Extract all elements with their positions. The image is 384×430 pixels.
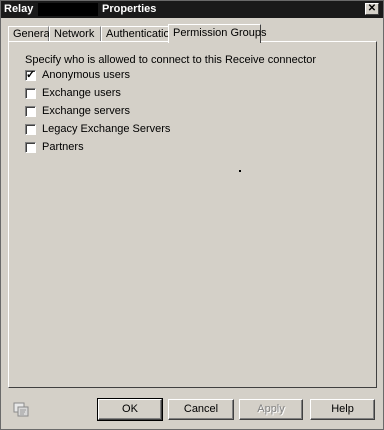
checkbox-label: Legacy Exchange Servers (42, 123, 171, 135)
instruction-text: Specify who is allowed to connect to thi… (25, 54, 317, 66)
properties-dialog: Relay Properties ✕ General Network Authe… (0, 0, 384, 430)
checkbox-box[interactable]: ✓ (25, 70, 36, 81)
title-bar: Relay Properties ✕ (1, 1, 383, 18)
tab-authentication[interactable]: Authentication (101, 26, 176, 42)
ok-button[interactable]: OK (97, 398, 163, 421)
checkbox-box[interactable] (25, 142, 36, 153)
checkbox-label: Anonymous users (42, 69, 131, 81)
cancel-button[interactable]: Cancel (168, 399, 234, 420)
checkbox-box[interactable] (25, 88, 36, 99)
apply-button[interactable]: Apply (239, 399, 303, 420)
exchange-snapin-icon (13, 401, 29, 417)
window-title-prefix: Relay (4, 3, 34, 15)
checkbox-label: Exchange users (42, 87, 121, 99)
checkbox-box[interactable] (25, 124, 36, 135)
tab-permission-groups[interactable]: Permission Groups (168, 24, 267, 43)
redacted-title-block (38, 3, 98, 16)
close-button[interactable]: ✕ (365, 3, 379, 15)
checkbox-label: Exchange servers (42, 105, 131, 117)
stray-pixel (239, 170, 241, 172)
checkbox-box[interactable] (25, 106, 36, 117)
close-icon: ✕ (367, 3, 377, 14)
help-button[interactable]: Help (310, 399, 375, 420)
permission-groups-panel: Specify who is allowed to connect to thi… (8, 41, 377, 388)
checkbox-label: Partners (42, 141, 84, 153)
window-title-suffix: Properties (102, 3, 157, 15)
tab-general[interactable]: General (8, 26, 52, 42)
tab-network[interactable]: Network (49, 26, 101, 42)
